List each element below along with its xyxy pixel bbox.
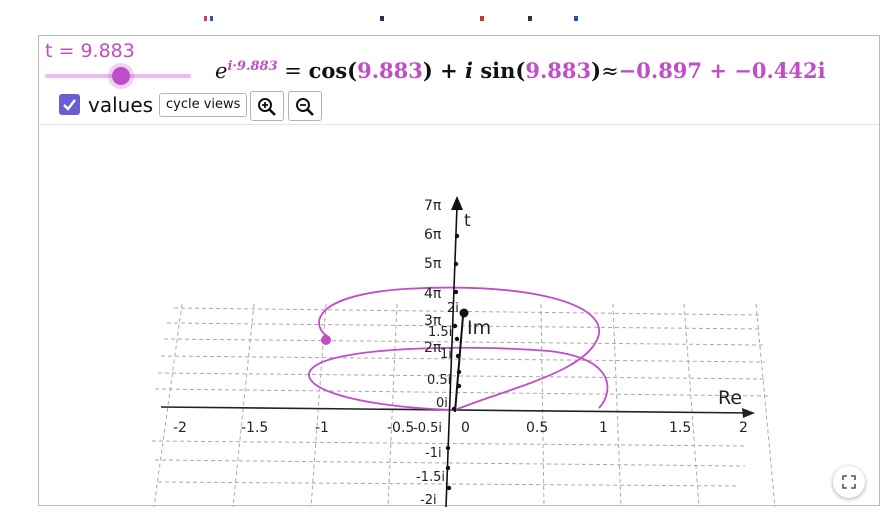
zoom-out-icon: [296, 98, 314, 116]
im-tick-label: 1.5i: [428, 325, 452, 340]
formula-t1: 9.883: [357, 58, 423, 83]
slider-label: t = 9.883: [45, 40, 135, 62]
im-tick-label: -1i: [425, 446, 442, 461]
im-axis-label: Im: [467, 317, 491, 339]
slider-knob[interactable]: [112, 67, 131, 85]
t-tick-label: 4π: [424, 286, 442, 302]
formula-plus: ) +: [422, 58, 466, 83]
fullscreen-icon: [842, 475, 856, 489]
t-tick-label: 5π: [424, 256, 442, 272]
t-slider[interactable]: [45, 66, 191, 86]
check-icon: [63, 99, 76, 111]
euler-formula: ei·9.883 = cos(9.883) + i sin(9.883)≈−0.…: [215, 58, 826, 83]
formula-result: −0.897 + −0.442i: [618, 58, 826, 83]
formula-t2: 9.883: [525, 58, 592, 83]
re-axis-label: Re: [718, 387, 742, 409]
re-tick-label: 0.5: [526, 420, 548, 436]
current-point: [321, 335, 331, 345]
formula-close: ): [591, 58, 602, 83]
applet-frame: -2 -1.5 -1 -0.5 0 0.5 1 1.5 2 7π 6π 5π 4…: [38, 35, 880, 507]
im-tick-label: -0.5i: [413, 421, 442, 436]
control-bar: t = 9.883 ei·9.883 = cos(9.883) + i sin(…: [39, 36, 879, 126]
im-tick-label: -2i: [420, 493, 437, 507]
im-tick-label: 0i: [436, 396, 448, 411]
re-tick-label: 2: [739, 420, 748, 436]
formula-i: i: [465, 58, 474, 83]
formula-approx: ≈: [601, 59, 619, 83]
t-axis-label: t: [464, 211, 471, 231]
re-tick-label: -0.5: [387, 420, 414, 436]
re-tick-label: -1: [315, 420, 329, 436]
zoom-in-icon: [258, 98, 276, 116]
formula-exponent: i·9.883: [227, 59, 278, 74]
zoom-in-button[interactable]: [250, 91, 284, 121]
grid: [151, 303, 776, 507]
re-tick-label: 0: [461, 420, 470, 436]
im-tick-label: 2i: [447, 301, 459, 316]
re-tick-label: 1: [599, 420, 608, 436]
values-checkbox[interactable]: [59, 94, 80, 115]
re-tick-label: -1.5: [241, 420, 268, 436]
top-cutoff-marks: [204, 16, 578, 21]
re-tick-label: -2: [173, 420, 187, 436]
t-tick-label: 6π: [424, 227, 442, 243]
im-tick-label: 1i: [440, 347, 452, 362]
formula-sin: sin(: [473, 58, 526, 83]
cycle-views-button[interactable]: cycle views: [159, 93, 248, 117]
fullscreen-button[interactable]: [833, 466, 865, 498]
formula-cos: cos(: [308, 58, 358, 83]
zoom-out-button[interactable]: [288, 91, 322, 121]
formula-base: e: [215, 59, 228, 83]
t-tick-label: 7π: [424, 198, 442, 214]
values-label[interactable]: values: [88, 93, 153, 117]
formula-eq: =: [277, 59, 309, 83]
im-tick-label: -1.5i: [416, 470, 445, 485]
control-separator: [39, 124, 879, 125]
im-tick-label: 0.5i: [427, 373, 451, 388]
re-tick-label: 1.5: [669, 420, 691, 436]
